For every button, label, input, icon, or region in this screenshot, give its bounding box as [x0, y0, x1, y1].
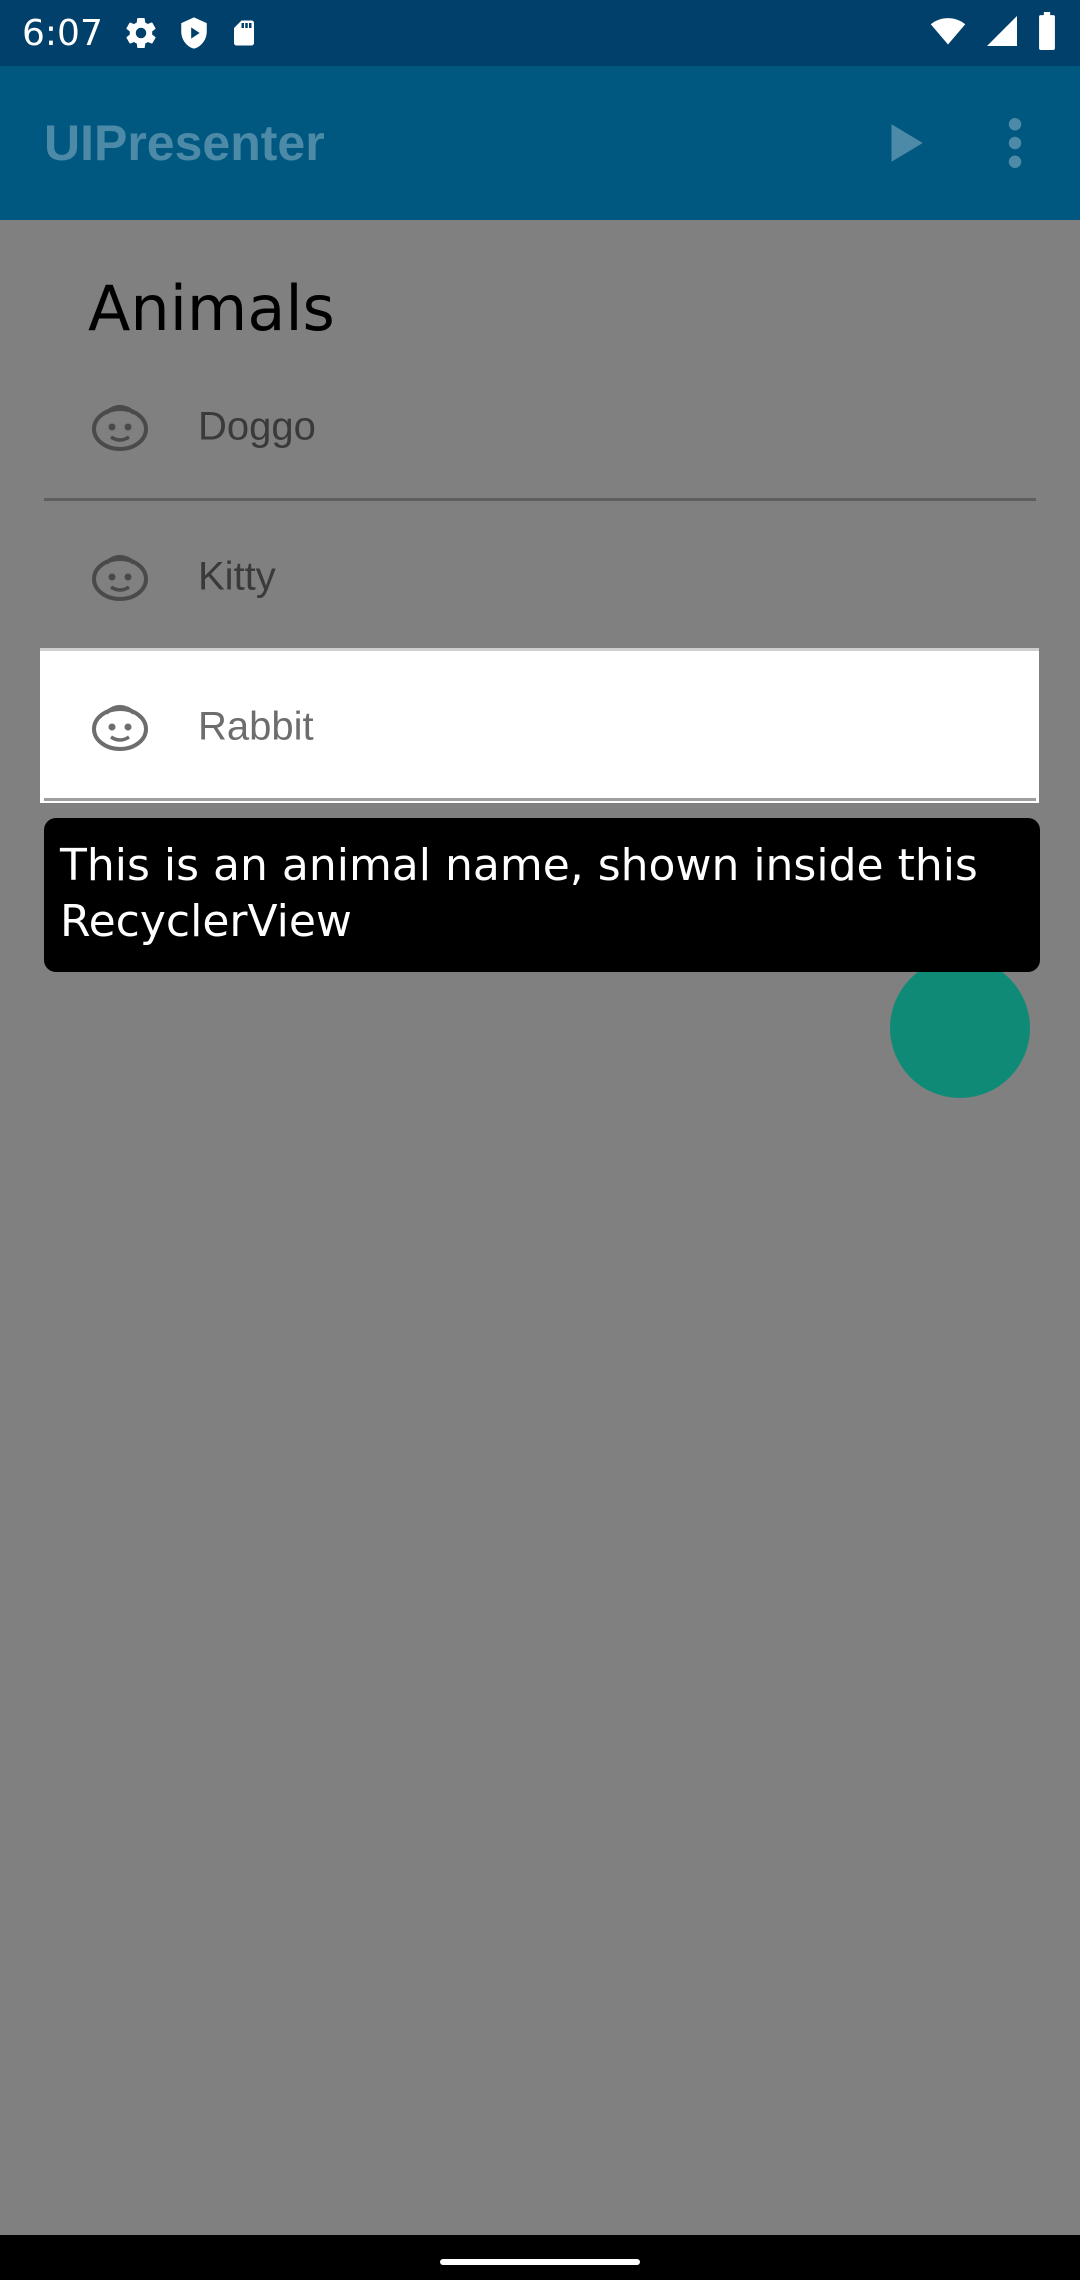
play-button[interactable]: [874, 113, 934, 173]
app-bar: UIPresenter: [0, 66, 1080, 220]
signal-icon: [984, 13, 1020, 54]
battery-icon: [1036, 11, 1058, 55]
list-item-label: Kitty: [198, 554, 276, 599]
status-right-icons: [928, 11, 1058, 55]
status-time: 6:07: [22, 12, 103, 54]
list-item-doggo[interactable]: Doggo: [44, 352, 1036, 502]
more-vert-icon: [1008, 118, 1022, 168]
navigation-bar: [0, 2235, 1080, 2280]
face-icon: [92, 405, 148, 451]
more-options-button[interactable]: [990, 103, 1040, 183]
divider: [44, 798, 1036, 801]
wifi-icon: [928, 13, 968, 54]
list-item-label: Doggo: [198, 404, 316, 449]
list-item-label: Rabbit: [198, 704, 314, 749]
home-handle[interactable]: [440, 2259, 640, 2265]
divider: [44, 498, 1036, 501]
shield-icon: [177, 15, 211, 51]
gear-icon: [123, 15, 159, 51]
status-bar: 6:07: [0, 0, 1080, 66]
fab-button[interactable]: [890, 958, 1030, 1098]
list-item-rabbit[interactable]: Rabbit: [40, 648, 1039, 803]
list-item-kitty[interactable]: Kitty: [44, 502, 1036, 652]
tooltip: This is an animal name, shown inside thi…: [44, 818, 1040, 972]
section-title: Animals: [88, 272, 335, 345]
face-icon: [92, 555, 148, 601]
sd-card-icon: [229, 16, 259, 50]
app-title: UIPresenter: [44, 115, 325, 171]
main-content: Animals Doggo Kitty: [0, 220, 1080, 2235]
play-icon: [891, 124, 923, 162]
face-icon: [92, 705, 148, 751]
